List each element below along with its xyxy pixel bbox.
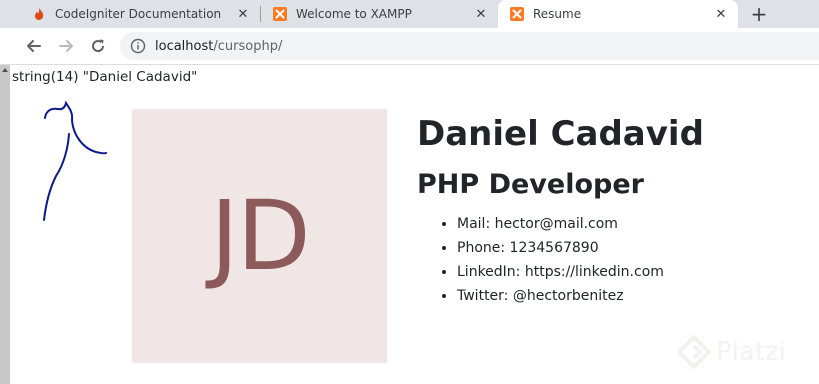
handwritten-pen-stroke: [43, 100, 107, 221]
url-host: localhost: [155, 38, 214, 54]
tab-title: Welcome to XAMPP: [296, 7, 412, 21]
browser-toolbar: localhost/cursophp/: [0, 28, 819, 65]
tab-close-icon[interactable]: ✕: [714, 7, 728, 22]
scroll-up-arrow-icon[interactable]: [2, 68, 8, 72]
resume-title: PHP Developer: [417, 169, 644, 200]
xampp-icon: [510, 7, 524, 21]
tab-resume[interactable]: Resume ✕: [498, 0, 738, 28]
tab-title: Resume: [533, 7, 582, 21]
tab-title: CodeIgniter Documentation: [55, 7, 222, 21]
new-tab-button[interactable]: +: [744, 0, 774, 28]
address-bar[interactable]: localhost/cursophp/: [120, 32, 819, 60]
contact-linkedin: LinkedIn: https://linkedin.com: [457, 260, 664, 284]
tab-codeigniter-documentation[interactable]: CodeIgniter Documentation ✕: [20, 0, 260, 28]
contact-list: Mail: hector@mail.com Phone: 1234567890 …: [417, 212, 664, 308]
url-path: /cursophp/: [213, 38, 283, 54]
codeigniter-flame-icon: [35, 8, 44, 20]
info-icon[interactable]: [130, 38, 146, 54]
contact-phone: Phone: 1234567890: [457, 236, 664, 260]
forward-button[interactable]: [54, 34, 78, 58]
reload-icon: [92, 39, 105, 52]
contact-mail: Mail: hector@mail.com: [457, 212, 664, 236]
arrow-right-icon: [59, 40, 73, 52]
contact-twitter: Twitter: @hectorbenitez: [457, 284, 664, 308]
tab-welcome-to-xampp[interactable]: Welcome to XAMPP ✕: [261, 0, 498, 28]
resume-name: Daniel Cadavid: [417, 114, 704, 154]
watermark-text: Platzi: [716, 337, 786, 367]
back-button[interactable]: [22, 34, 46, 58]
arrow-left-icon: [27, 40, 41, 52]
tab-strip: CodeIgniter Documentation ✕ Welcome to X…: [0, 0, 819, 28]
page-scrollbar[interactable]: [0, 65, 10, 384]
tab-close-icon[interactable]: ✕: [474, 7, 488, 22]
url-text[interactable]: localhost/cursophp/: [155, 39, 282, 54]
var-dump-output: string(14) "Daniel Cadavid": [12, 69, 198, 85]
reload-button[interactable]: [86, 34, 110, 58]
xampp-icon: [273, 7, 287, 21]
tab-close-icon[interactable]: ✕: [236, 7, 250, 22]
profile-photo-placeholder: JD: [132, 109, 387, 363]
platzi-watermark: Platzi: [676, 334, 786, 370]
photo-initials: JD: [210, 180, 310, 292]
platzi-logo-icon: [677, 335, 711, 369]
